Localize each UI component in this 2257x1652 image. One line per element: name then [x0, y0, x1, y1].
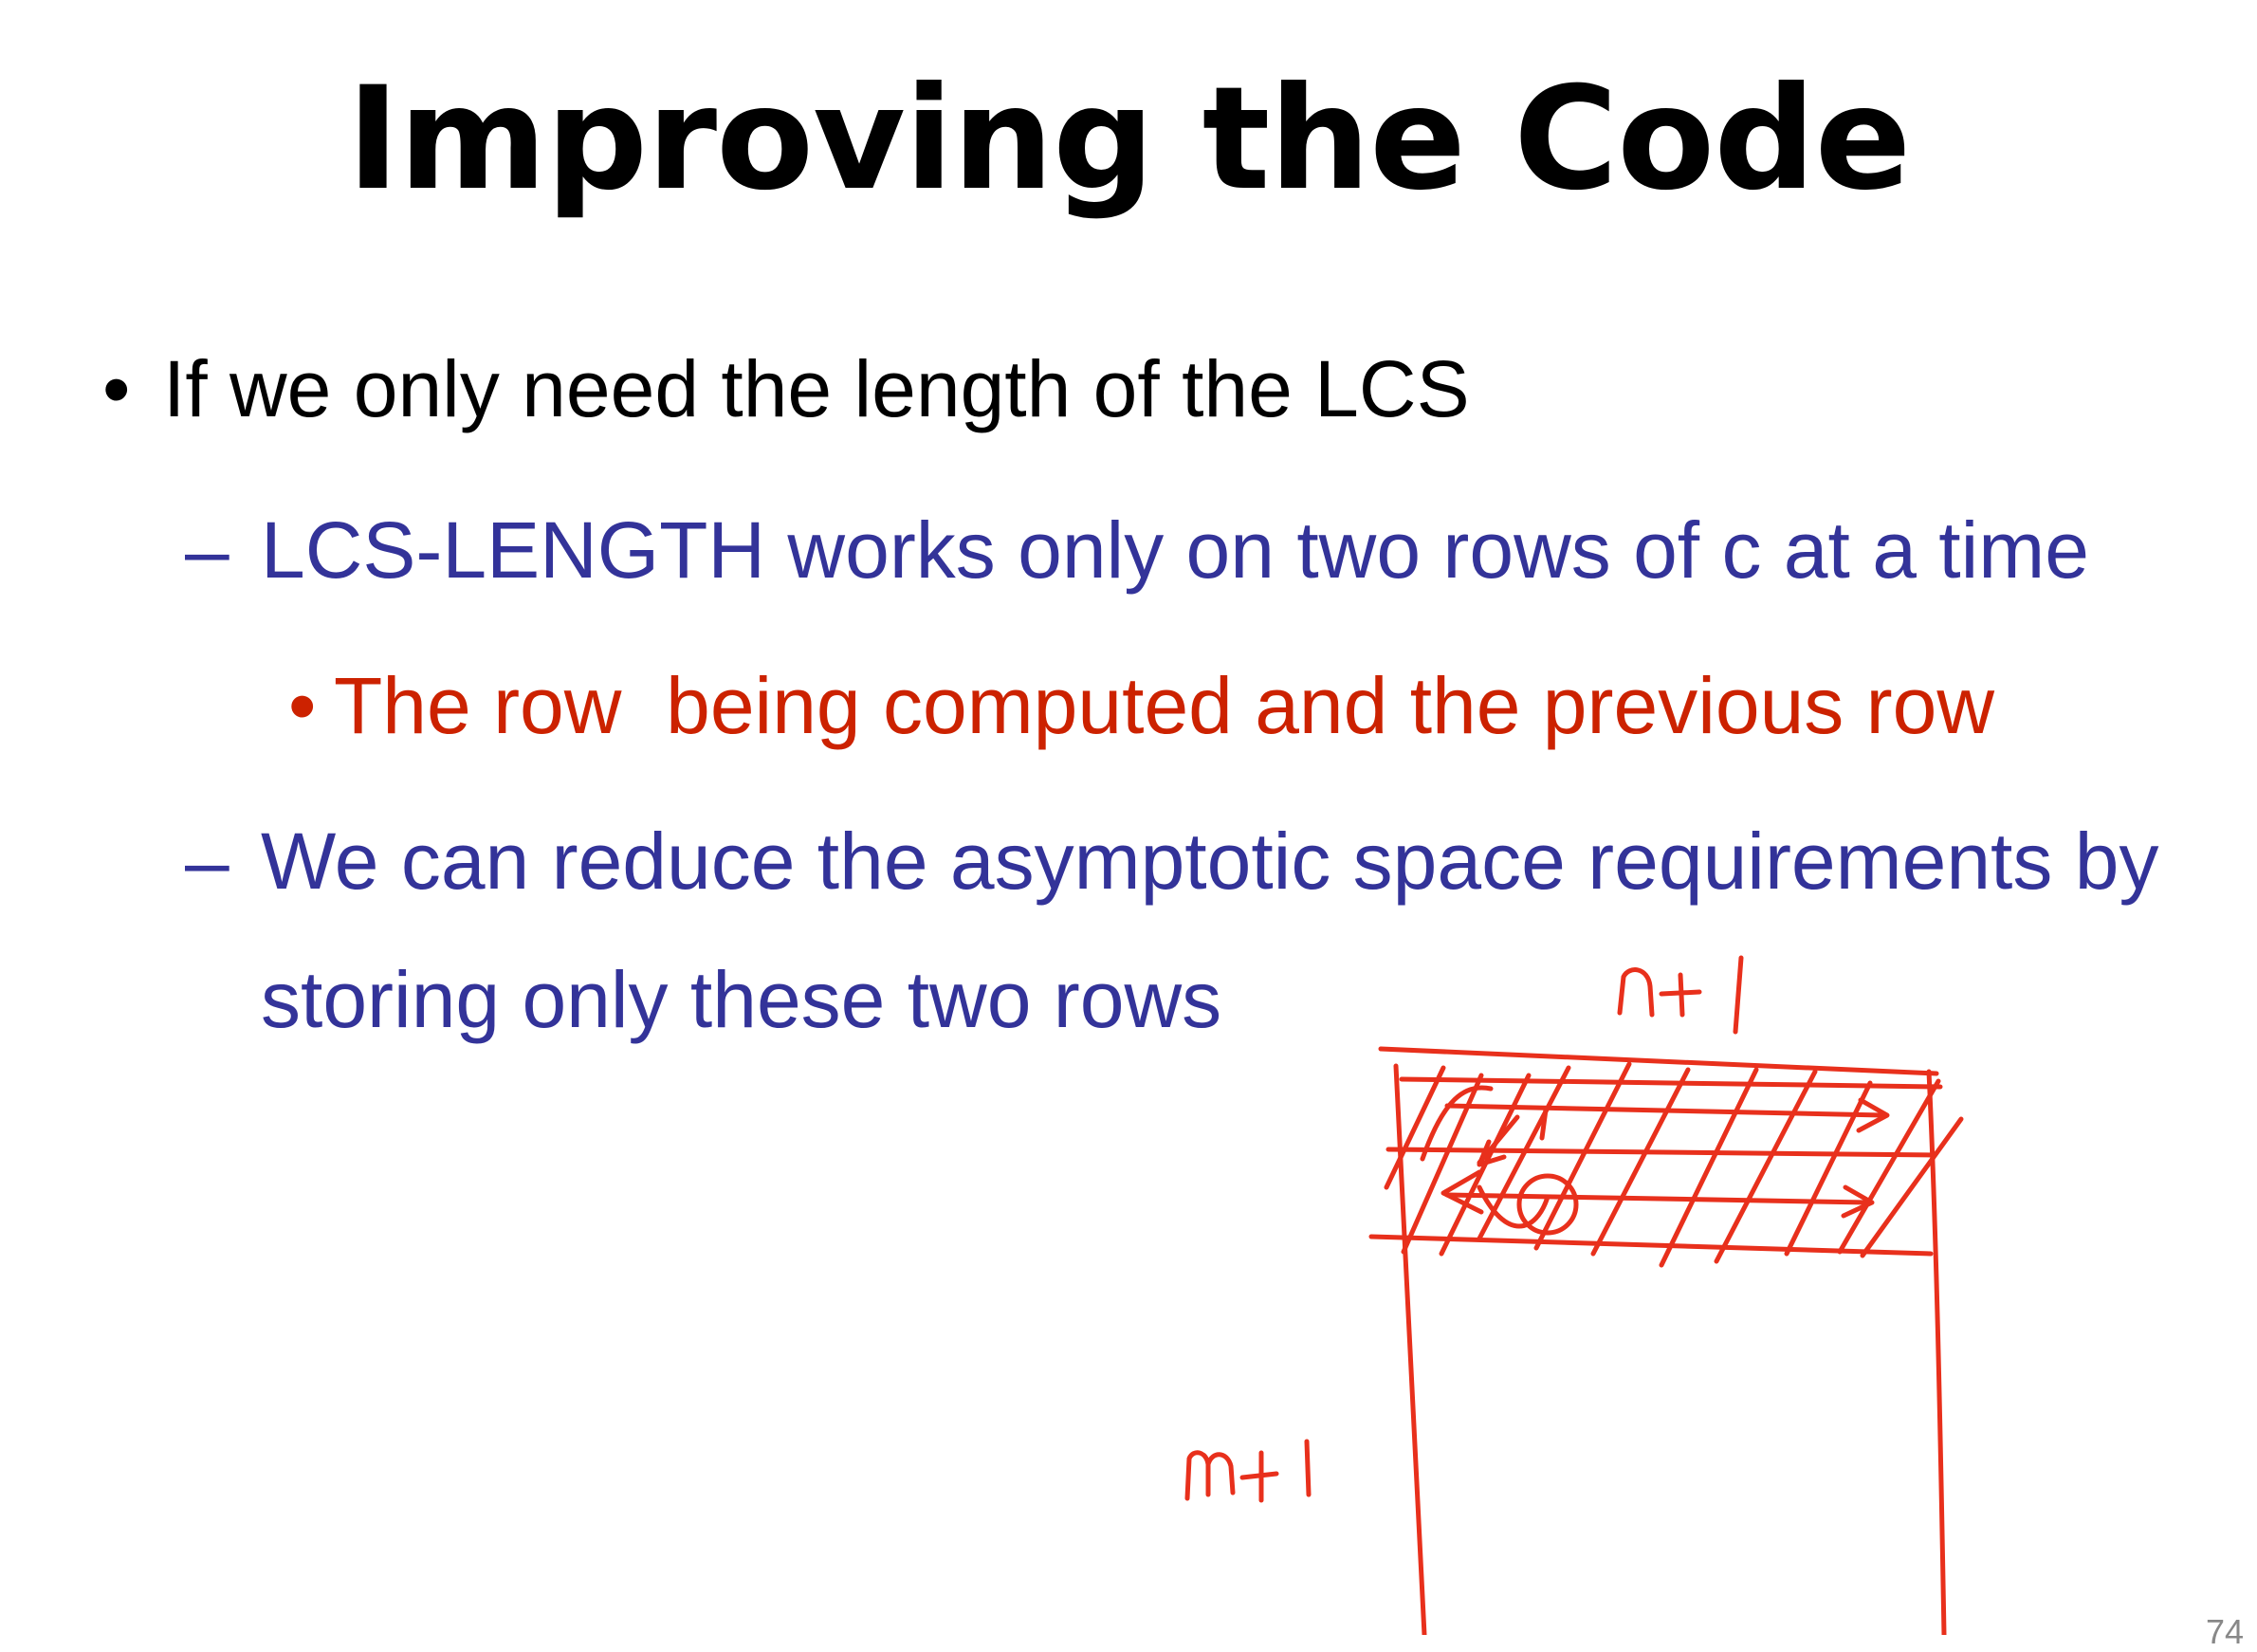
row-arrows [1440, 1097, 1890, 1236]
page-number: 74 [2205, 1612, 2244, 1651]
row-hatching [1384, 1061, 1964, 1268]
label-n-plus-1 [1617, 955, 1744, 1035]
handwritten-annotation [1184, 955, 1964, 1635]
table-outline [1368, 1046, 1947, 1635]
label-m-plus-1 [1184, 1439, 1312, 1503]
